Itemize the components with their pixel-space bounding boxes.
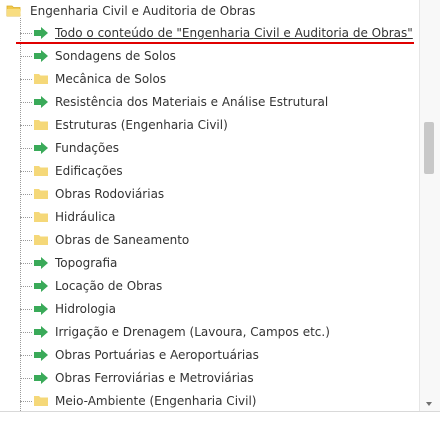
arrow-right-icon — [33, 279, 49, 293]
tree-item-label: Resistência dos Materiais e Análise Estr… — [55, 95, 329, 109]
tree-branch — [20, 240, 32, 241]
folder-icon — [33, 233, 49, 247]
arrow-right-icon — [33, 95, 49, 109]
tree-root-label: Engenharia Civil e Auditoria de Obras — [30, 4, 256, 18]
tree-item-label: Obras Portuárias e Aeroportuárias — [55, 348, 259, 362]
tree-branch — [20, 217, 32, 218]
tree-item-label: Hidrologia — [55, 302, 116, 316]
folder-icon — [33, 210, 49, 224]
tree-branch — [20, 148, 32, 149]
tree-item-label: Edificações — [55, 164, 123, 178]
folder-icon — [33, 187, 49, 201]
arrow-right-icon — [33, 348, 49, 362]
folder-icon — [33, 72, 49, 86]
arrow-right-icon — [33, 302, 49, 316]
folder-icon — [33, 118, 49, 132]
tree-branch — [20, 263, 32, 264]
tree-branch — [20, 102, 32, 103]
tree-item-label: Topografia — [55, 256, 118, 270]
scrollbar-thumb[interactable] — [424, 122, 434, 174]
tree-branch — [20, 332, 32, 333]
tree-branch — [20, 309, 32, 310]
tree-branch — [20, 79, 32, 80]
folder-icon — [33, 164, 49, 178]
tree-item-label: Mecânica de Solos — [55, 72, 167, 86]
tree-branch — [20, 56, 32, 57]
tree-item-label: Meio-Ambiente (Engenharia Civil) — [55, 394, 257, 408]
arrow-right-icon — [33, 141, 49, 155]
arrow-right-icon — [33, 256, 49, 270]
tree-branch — [20, 171, 32, 172]
tree-item-label: Hidráulica — [55, 210, 116, 224]
tree-branch — [20, 286, 32, 287]
arrow-right-icon — [33, 325, 49, 339]
tree-branch — [20, 378, 32, 379]
tree-item-label: Estruturas (Engenharia Civil) — [55, 118, 228, 132]
arrow-right-icon — [33, 49, 49, 63]
tree-item-label: Obras Rodoviárias — [55, 187, 165, 201]
arrow-right-icon — [33, 371, 49, 385]
tree-branch — [20, 194, 32, 195]
folder-icon — [33, 394, 49, 408]
tree-item-label: Locação de Obras — [55, 279, 163, 293]
tree-item-label: Todo o conteúdo de "Engenharia Civil e A… — [55, 26, 413, 40]
tree-item-label: Sondagens de Solos — [55, 49, 176, 63]
tree-branch — [20, 355, 32, 356]
selected-item-underline — [16, 42, 414, 44]
scroll-down-arrow-icon[interactable] — [424, 398, 434, 408]
tree-guide-line — [20, 18, 21, 411]
vertical-scrollbar[interactable] — [419, 0, 440, 411]
tree-branch — [20, 125, 32, 126]
folder-open-icon — [6, 4, 22, 18]
category-tree: Engenharia Civil e Auditoria de Obras To… — [0, 0, 440, 411]
tree-branch — [20, 401, 32, 402]
arrow-right-icon — [33, 26, 49, 40]
tree-item-label: Obras Ferroviárias e Metroviárias — [55, 371, 254, 385]
tree-item-label: Irrigação e Drenagem (Lavoura, Campos et… — [55, 325, 330, 339]
tree-branch — [20, 33, 32, 34]
panel-bottom-border — [0, 411, 440, 412]
tree-item-label: Obras de Saneamento — [55, 233, 190, 247]
tree-item-label: Fundações — [55, 141, 120, 155]
